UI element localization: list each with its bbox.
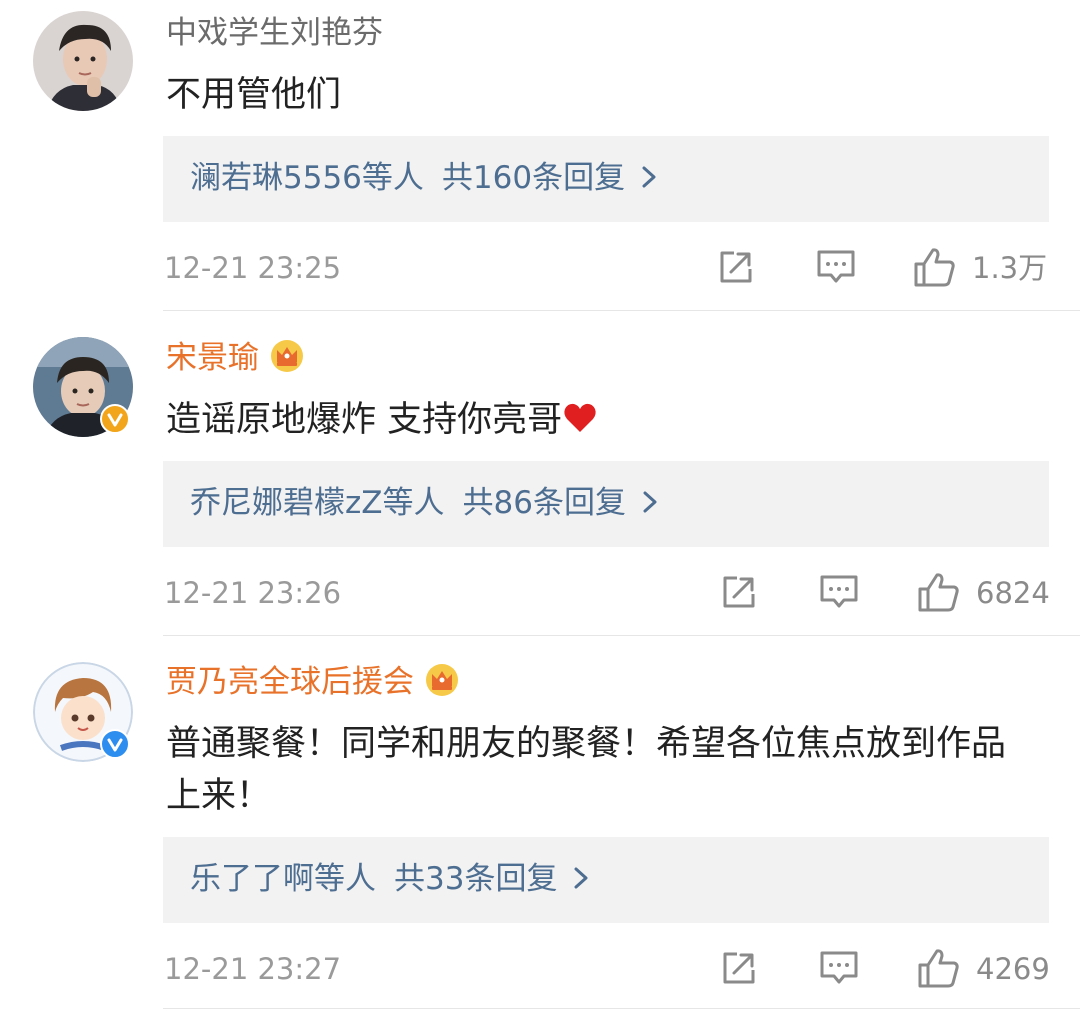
like-count: 4269 [976, 952, 1050, 986]
comment-feed: 中戏学生刘艳芬 不用管他们 澜若琳5556等人 共160条回复 12-21 23:… [0, 0, 1080, 1013]
timestamp: 12-21 23:25 [164, 251, 342, 285]
chevron-right-icon [574, 867, 588, 889]
reply-count: 共160条回复 [441, 160, 626, 196]
like-count: 6824 [976, 576, 1050, 610]
thumbs-up-icon[interactable] [917, 571, 961, 613]
username[interactable]: 宋景瑜 [166, 338, 305, 378]
replies-preview[interactable]: 乔尼娜碧檬zZ等人 共86条回复 [163, 461, 1049, 547]
crown-icon [426, 664, 458, 696]
username-text: 中戏学生刘艳芬 [166, 15, 383, 51]
divider [163, 1008, 1080, 1009]
comment-icon[interactable] [819, 574, 859, 610]
share-icon[interactable] [717, 248, 755, 286]
heart-icon [564, 403, 596, 432]
like-count: 1.3万 [972, 251, 1048, 285]
comment-text-content: 造谣原地爆炸 支持你亮哥 [166, 400, 563, 440]
reply-count: 共33条回复 [394, 861, 558, 897]
crown-icon [271, 340, 303, 372]
share-icon[interactable] [720, 573, 758, 611]
verified-badge-icon [100, 729, 130, 759]
chevron-right-icon [643, 491, 657, 513]
comment-icon[interactable] [819, 950, 859, 986]
reply-names: 澜若琳5556等人 [190, 160, 424, 196]
thumbs-up-icon[interactable] [917, 947, 961, 989]
comment-item: 贾乃亮全球后援会 普通聚餐！同学和朋友的聚餐！希望各位焦点放到作品上来！ 乐了了… [0, 636, 1080, 1013]
verified-badge-icon [100, 404, 130, 434]
share-icon[interactable] [720, 949, 758, 987]
comment-item: 宋景瑜 造谣原地爆炸 支持你亮哥 乔尼娜碧檬zZ等人 共86条回复 12-21 2… [0, 311, 1080, 636]
username[interactable]: 贾乃亮全球后援会 [166, 662, 460, 702]
username-text: 贾乃亮全球后援会 [166, 664, 414, 700]
avatar[interactable] [33, 11, 133, 111]
comment-text: 不用管他们 [166, 75, 342, 115]
username[interactable]: 中戏学生刘艳芬 [166, 13, 383, 53]
thumbs-up-icon[interactable] [913, 246, 957, 288]
timestamp: 12-21 23:26 [164, 576, 342, 610]
replies-preview[interactable]: 澜若琳5556等人 共160条回复 [163, 136, 1049, 222]
replies-preview[interactable]: 乐了了啊等人 共33条回复 [163, 837, 1049, 923]
reply-count: 共86条回复 [462, 485, 626, 521]
reply-names: 乔尼娜碧檬zZ等人 [190, 485, 445, 521]
comment-text: 普通聚餐！同学和朋友的聚餐！希望各位焦点放到作品上来！ [166, 724, 1007, 816]
comment-item: 中戏学生刘艳芬 不用管他们 澜若琳5556等人 共160条回复 12-21 23:… [0, 0, 1080, 311]
username-text: 宋景瑜 [166, 340, 259, 376]
comment-icon[interactable] [816, 249, 856, 285]
reply-names: 乐了了啊等人 [190, 861, 376, 897]
timestamp: 12-21 23:27 [164, 952, 342, 986]
comment-text: 造谣原地爆炸 支持你亮哥 [166, 394, 1046, 446]
chevron-right-icon [642, 166, 656, 188]
